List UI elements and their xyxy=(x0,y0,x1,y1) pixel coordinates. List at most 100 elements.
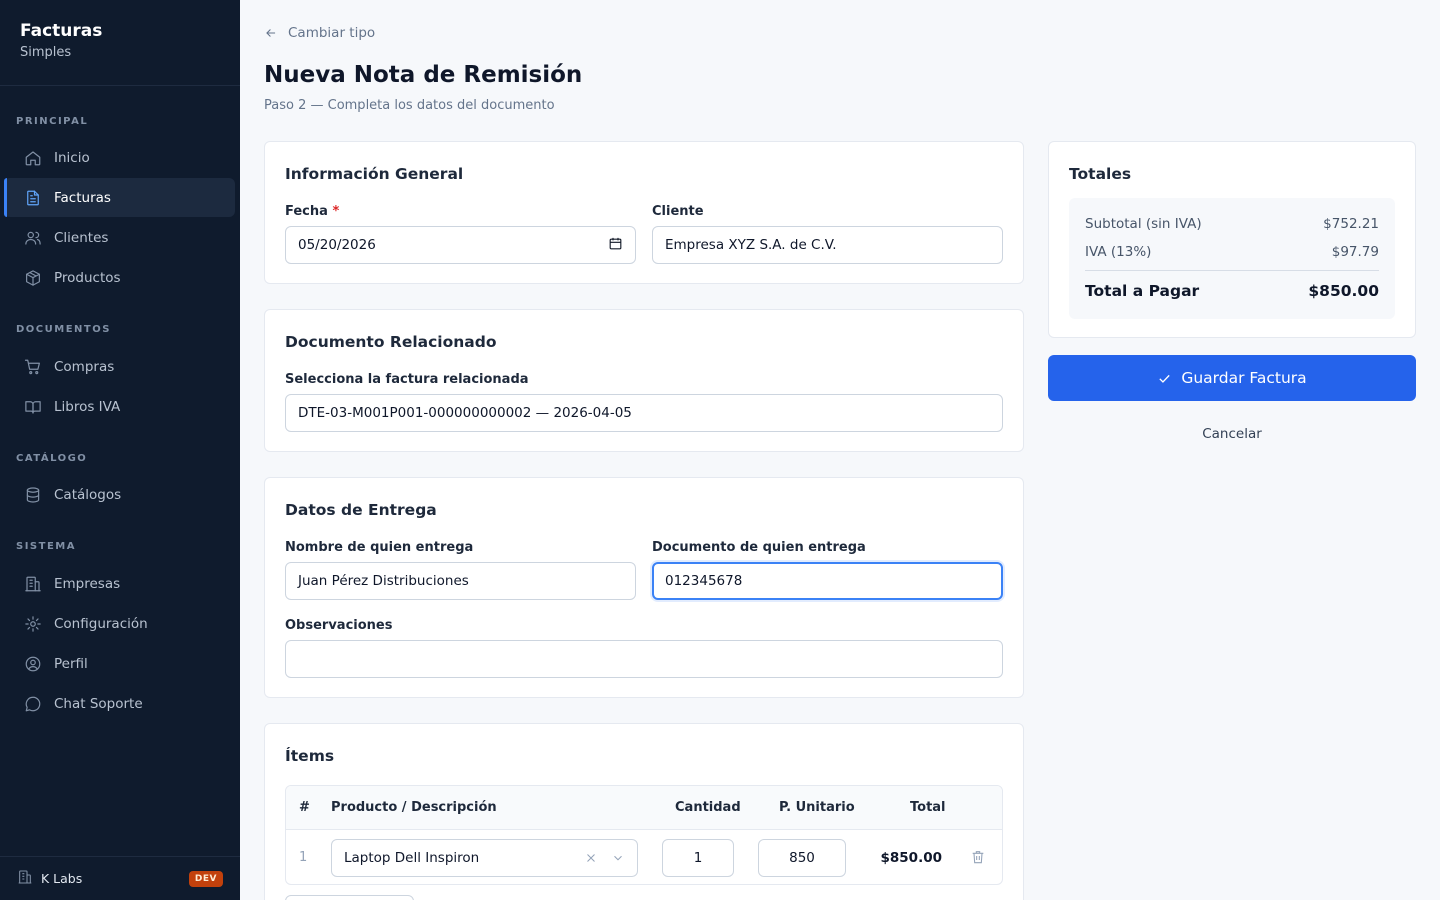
sidebar-item-label: Perfil xyxy=(54,655,88,672)
quantity-input[interactable]: 1 xyxy=(662,839,734,877)
chevron-down-icon[interactable] xyxy=(611,851,625,869)
deliverer-document-input[interactable]: 012345678 xyxy=(652,562,1003,600)
brand[interactable]: Facturas Simples xyxy=(0,0,240,86)
users-icon xyxy=(24,229,42,247)
unit-price-value: 850 xyxy=(789,850,815,866)
related-invoice-select[interactable]: DTE-03-M001P001-000000000002 — 2026-04-0… xyxy=(285,394,1003,432)
sidebar-item-facturas[interactable]: Facturas xyxy=(4,178,235,217)
sidebar-item-label: Inicio xyxy=(54,149,90,166)
sidebar-item-catalogos[interactable]: Catálogos xyxy=(4,475,235,514)
fecha-label: Fecha * xyxy=(285,204,339,219)
file-text-icon xyxy=(24,189,42,207)
cliente-value: Empresa XYZ S.A. de C.V. xyxy=(665,237,837,253)
card-title: Datos de Entrega xyxy=(285,501,437,519)
sidebar: Facturas Simples PRINCIPAL Inicio Factur… xyxy=(0,0,240,900)
deliverer-name-input[interactable]: Juan Pérez Distribuciones xyxy=(285,562,636,600)
related-document-card: Documento Relacionado Selecciona la fact… xyxy=(264,309,1024,452)
trash-icon[interactable] xyxy=(970,849,986,869)
close-icon[interactable] xyxy=(584,851,598,869)
brand-title: Facturas xyxy=(20,21,103,41)
items-card: Ítems # Producto / Descripción Cantidad … xyxy=(264,723,1024,900)
grand-total-row: Total a Pagar $850.00 xyxy=(1085,282,1379,300)
calendar-icon[interactable] xyxy=(608,236,623,255)
brand-subtitle: Simples xyxy=(20,45,72,60)
environment-badge: DEV xyxy=(188,870,223,887)
quantity-value: 1 xyxy=(693,850,703,866)
related-invoice-value: DTE-03-M001P001-000000000002 — 2026-04-0… xyxy=(298,405,632,421)
observaciones-label: Observaciones xyxy=(285,618,393,633)
column-header-total: Total xyxy=(910,800,946,815)
sidebar-item-compras[interactable]: Compras xyxy=(4,347,235,386)
add-item-button[interactable] xyxy=(285,895,414,900)
fecha-value: 05/20/2026 xyxy=(298,237,376,253)
sidebar-item-empresas[interactable]: Empresas xyxy=(4,564,235,603)
sidebar-item-configuracion[interactable]: Configuración xyxy=(4,604,235,643)
sidebar-item-label: Compras xyxy=(54,358,115,375)
nav-section-catalogo: CATÁLOGO xyxy=(16,453,88,464)
deliverer-document-value: 012345678 xyxy=(665,573,743,589)
sidebar-item-perfil[interactable]: Perfil xyxy=(4,644,235,683)
arrow-left-icon xyxy=(266,29,276,37)
nav-section-principal: PRINCIPAL xyxy=(16,116,89,127)
cliente-label: Cliente xyxy=(652,204,704,219)
unit-price-input[interactable]: 850 xyxy=(758,839,846,877)
card-title: Ítems xyxy=(285,747,335,765)
card-title: Totales xyxy=(1069,165,1132,183)
totals-summary: Subtotal (sin IVA) $752.21 IVA (13%) $97… xyxy=(1069,198,1395,319)
divider xyxy=(1085,270,1379,271)
page-subtitle: Paso 2 — Completa los datos del document… xyxy=(264,98,555,113)
row-number: 1 xyxy=(299,850,308,865)
table-header: # Producto / Descripción Cantidad P. Uni… xyxy=(286,786,1002,830)
items-table: # Producto / Descripción Cantidad P. Uni… xyxy=(285,785,1003,885)
sidebar-item-label: Empresas xyxy=(54,575,121,592)
back-link-label: Cambiar tipo xyxy=(288,25,376,41)
sidebar-item-label: Chat Soporte xyxy=(54,695,143,712)
sidebar-item-chat-soporte[interactable]: Chat Soporte xyxy=(4,684,235,723)
sidebar-item-productos[interactable]: Productos xyxy=(4,258,235,297)
sidebar-item-label: Libros IVA xyxy=(54,398,121,415)
sidebar-item-label: Facturas xyxy=(54,189,111,206)
column-header-num: # xyxy=(299,800,310,815)
general-info-card: Información General Fecha * 05/20/2026 C… xyxy=(264,141,1024,284)
subtotal-label: Subtotal (sin IVA) xyxy=(1085,216,1202,232)
building-icon xyxy=(17,869,33,889)
gear-icon xyxy=(24,615,42,633)
user-circle-icon xyxy=(24,655,42,673)
database-icon xyxy=(24,486,42,504)
sidebar-item-inicio[interactable]: Inicio xyxy=(4,138,235,177)
iva-label: IVA (13%) xyxy=(1085,244,1152,260)
subtotal-value: $752.21 xyxy=(1323,216,1379,232)
book-open-icon xyxy=(24,398,42,416)
sidebar-item-clientes[interactable]: Clientes xyxy=(4,218,235,257)
sidebar-item-label: Productos xyxy=(54,269,121,286)
line-total: $850.00 xyxy=(880,850,943,866)
nav-section-documentos: DOCUMENTOS xyxy=(16,324,111,335)
card-title: Información General xyxy=(285,165,464,183)
deliverer-name-label: Nombre de quien entrega xyxy=(285,540,474,555)
totals-card: Totales Subtotal (sin IVA) $752.21 IVA (… xyxy=(1048,141,1416,338)
delivery-card: Datos de Entrega Nombre de quien entrega… xyxy=(264,477,1024,698)
sidebar-item-label: Configuración xyxy=(54,615,148,632)
grand-total-label: Total a Pagar xyxy=(1085,282,1200,300)
iva-row: IVA (13%) $97.79 xyxy=(1085,244,1379,260)
save-invoice-button[interactable]: Guardar Factura xyxy=(1048,355,1416,401)
check-icon xyxy=(1159,374,1170,383)
column-header-unit-price: P. Unitario xyxy=(779,800,855,815)
building-icon xyxy=(24,575,42,593)
package-icon xyxy=(24,269,42,287)
grand-total-value: $850.00 xyxy=(1308,282,1379,300)
back-link[interactable]: Cambiar tipo xyxy=(264,25,375,41)
card-title: Documento Relacionado xyxy=(285,333,497,351)
fecha-date-input[interactable]: 05/20/2026 xyxy=(285,226,636,264)
cancel-button[interactable]: Cancelar xyxy=(1048,426,1416,442)
shopping-cart-icon xyxy=(24,358,42,376)
column-header-product: Producto / Descripción xyxy=(331,800,497,815)
organization-name[interactable]: K Labs xyxy=(41,871,189,886)
observaciones-input[interactable] xyxy=(285,640,1003,678)
cliente-select[interactable]: Empresa XYZ S.A. de C.V. xyxy=(652,226,1003,264)
sidebar-item-label: Clientes xyxy=(54,229,109,246)
product-value: Laptop Dell Inspiron xyxy=(344,850,480,866)
sidebar-item-libros-iva[interactable]: Libros IVA xyxy=(4,387,235,426)
related-invoice-label: Selecciona la factura relacionada xyxy=(285,372,529,387)
product-select[interactable]: Laptop Dell Inspiron xyxy=(331,839,638,877)
